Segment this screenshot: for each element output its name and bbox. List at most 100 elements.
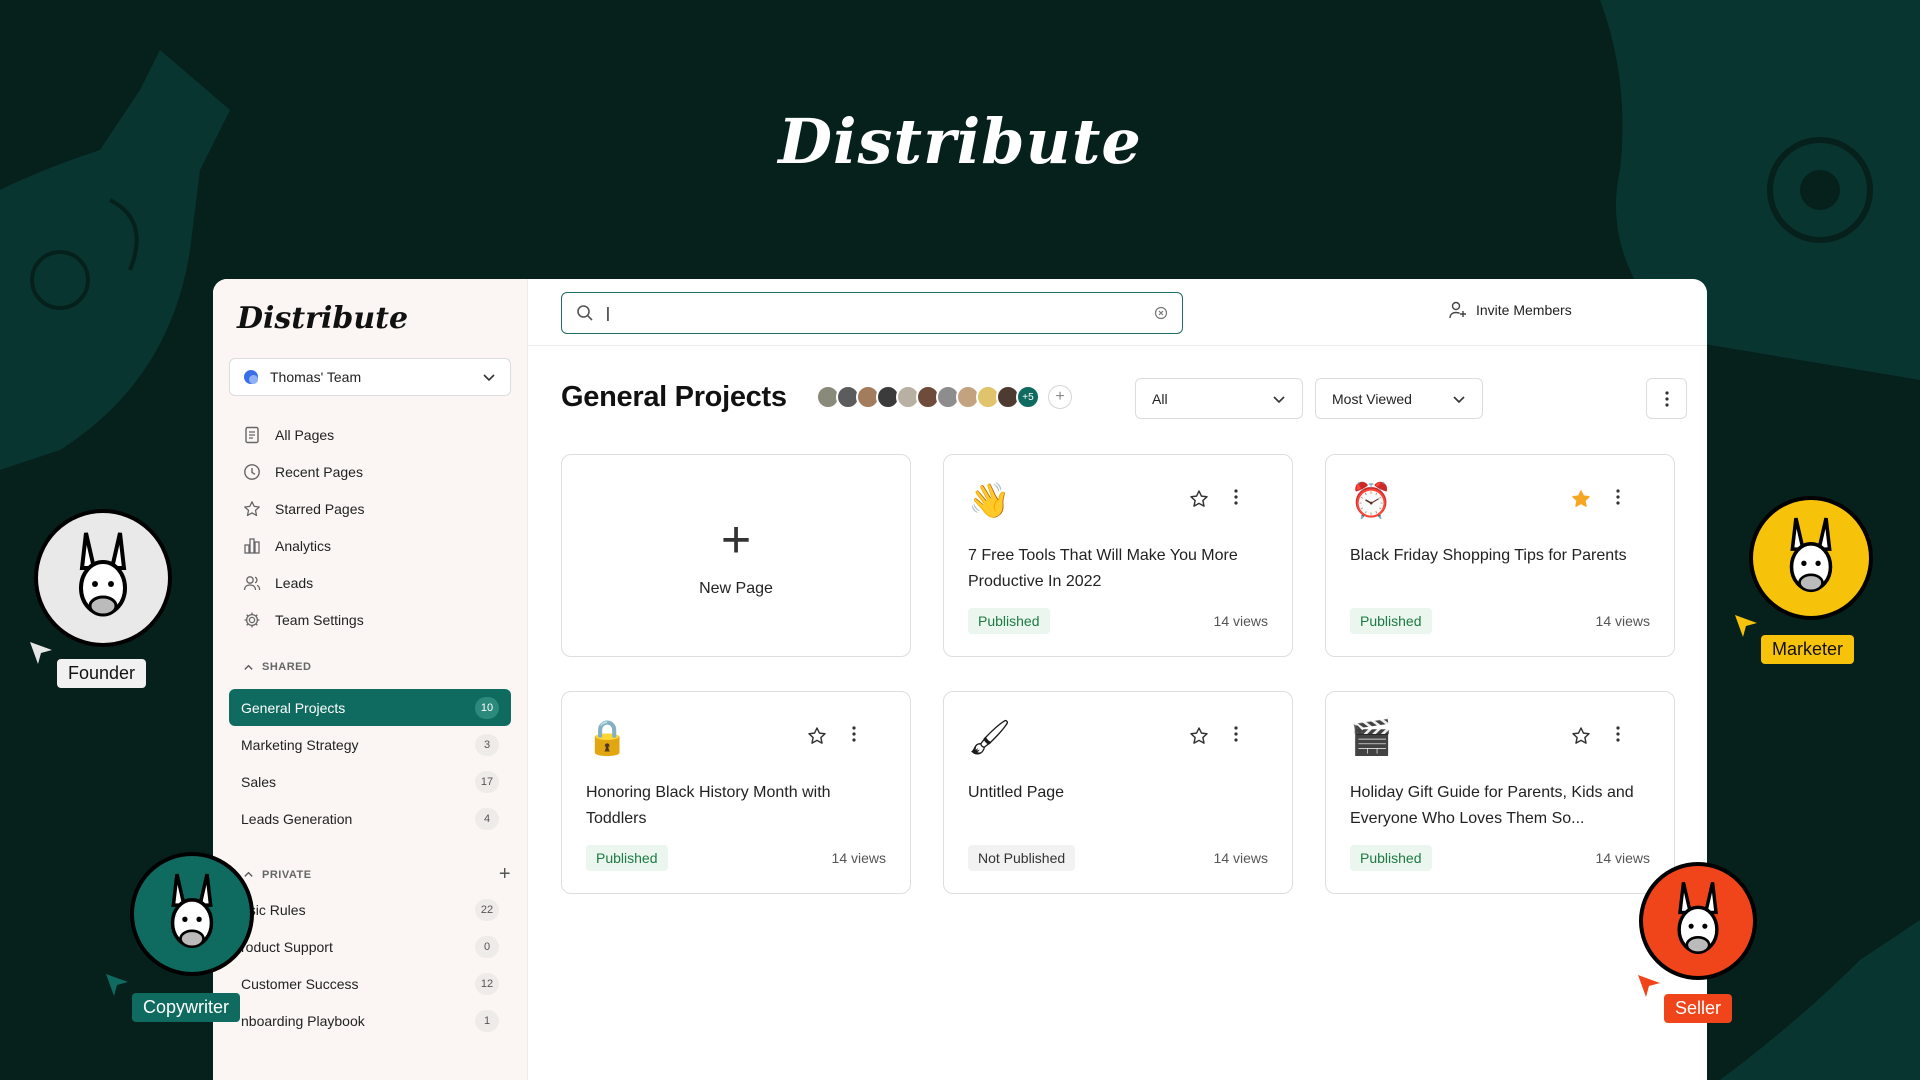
nav-label: Recent Pages [275, 463, 363, 480]
donkey-face-icon [1789, 517, 1833, 593]
plus-icon: + [720, 510, 752, 569]
page-card[interactable]: 🎬 Holiday Gift Guide for Parents, Kids a… [1325, 691, 1675, 894]
star-filled-icon[interactable] [1571, 489, 1591, 509]
kebab-menu-icon[interactable] [852, 726, 856, 742]
donkey-mascot-icon [1749, 496, 1873, 620]
kebab-menu-icon[interactable] [1234, 726, 1238, 742]
add-member-button[interactable]: + [1048, 385, 1072, 409]
team-selector[interactable]: Thomas' Team [229, 358, 511, 396]
star-icon[interactable] [1571, 726, 1591, 746]
more-options-button[interactable] [1646, 378, 1687, 419]
nav-label: Starred Pages [275, 500, 365, 517]
folder-label: General Projects [241, 699, 346, 716]
nav-team-settings[interactable]: Team Settings [229, 601, 511, 638]
main-content: Invite Members General Projects +5 + All… [528, 279, 1707, 1080]
persona-copywriter [130, 852, 254, 976]
page-card[interactable]: 🔒 Honoring Black History Month with Todd… [561, 691, 911, 894]
clear-search-icon[interactable] [1154, 306, 1168, 320]
status-badge: Published [1350, 845, 1432, 871]
sort-dropdown[interactable]: Most Viewed [1315, 378, 1483, 419]
page-title: General Projects [561, 381, 787, 413]
kebab-menu-icon[interactable] [1616, 726, 1620, 742]
folder-count: 3 [475, 733, 499, 756]
search-icon [577, 305, 593, 321]
team-name: Thomas' Team [270, 369, 362, 385]
invite-members-button[interactable]: Invite Members [1448, 300, 1572, 320]
chevron-up-icon [244, 664, 253, 670]
document-icon [245, 426, 259, 443]
lock-icon: 🔒 [586, 719, 629, 757]
folder-onboarding-playbook[interactable]: nboarding Playbook 1 [229, 1002, 511, 1039]
view-count: 14 views [1213, 613, 1268, 629]
nav-label: Leads [275, 574, 314, 591]
view-count: 14 views [1595, 613, 1650, 629]
cursor-pointer-icon [106, 974, 128, 996]
page-card[interactable]: 🖌 Untitled Page Not Published 14 views [943, 691, 1293, 894]
cursor-pointer-icon [1735, 615, 1757, 637]
folder-customer-success[interactable]: Customer Success 12 [229, 965, 511, 1002]
folder-marketing-strategy[interactable]: Marketing Strategy 3 [229, 726, 511, 763]
nav-recent-pages[interactable]: Recent Pages [229, 453, 511, 490]
persona-label: Seller [1664, 994, 1733, 1023]
clock-icon [244, 463, 260, 480]
folder-leads-generation[interactable]: Leads Generation 4 [229, 800, 511, 837]
chevron-down-icon [1453, 395, 1465, 403]
member-avatars[interactable]: +5 + [816, 385, 1072, 409]
shared-section-header[interactable]: SHARED [243, 661, 511, 673]
persona-label: Copywriter [132, 993, 241, 1022]
more-members-badge: +5 [1016, 385, 1040, 409]
persona-label: Founder [57, 659, 147, 688]
folder-label: nboarding Playbook [241, 1012, 365, 1029]
new-page-label: New Page [699, 579, 773, 597]
add-folder-button[interactable]: + [499, 863, 511, 886]
folder-label: Sales [241, 773, 277, 790]
folder-label: Marketing Strategy [241, 736, 359, 753]
team-icon [244, 370, 258, 384]
users-icon [243, 575, 261, 590]
donkey-mascot-icon [130, 852, 254, 976]
status-filter-dropdown[interactable]: All [1135, 378, 1303, 419]
kebab-menu-icon[interactable] [1234, 489, 1238, 505]
donkey-mascot-icon [1639, 862, 1757, 980]
paintbrush-icon: 🖌 [968, 719, 1012, 757]
hero-title: Distribute [778, 105, 1142, 178]
page-card[interactable]: ⏰ Black Friday Shopping Tips for Parents… [1325, 454, 1675, 657]
nav-label: All Pages [275, 426, 335, 443]
private-section-header[interactable]: PRIVATE + [243, 863, 511, 886]
kebab-menu-icon[interactable] [1616, 489, 1620, 505]
donkey-face-icon [79, 532, 127, 617]
folder-count: 4 [475, 807, 499, 830]
folder-count: 12 [475, 972, 499, 995]
folder-sales[interactable]: Sales 17 [229, 763, 511, 800]
folder-count: 1 [475, 1009, 499, 1032]
folder-basic-rules[interactable]: asic Rules 22 [229, 891, 511, 928]
folder-label: roduct Support [241, 938, 333, 955]
new-page-card[interactable]: + New Page [561, 454, 911, 657]
folder-product-support[interactable]: roduct Support 0 [229, 928, 511, 965]
private-list: asic Rules 22 roduct Support 0 Customer … [229, 891, 511, 1039]
nav-starred-pages[interactable]: Starred Pages [229, 490, 511, 527]
persona-founder [34, 509, 172, 647]
star-icon[interactable] [1189, 726, 1209, 746]
nav-analytics[interactable]: Analytics [229, 527, 511, 564]
status-filter-value: All [1152, 390, 1168, 407]
page-card[interactable]: 👋 7 Free Tools That Will Make You More P… [943, 454, 1293, 657]
view-count: 14 views [831, 850, 886, 866]
folder-general-projects[interactable]: General Projects 10 [229, 689, 511, 726]
cursor-pointer-icon [1638, 975, 1660, 997]
nav-all-pages[interactable]: All Pages [229, 416, 511, 453]
section-title: SHARED [262, 661, 312, 673]
search-box[interactable] [561, 292, 1183, 334]
page-card-title: Untitled Page [968, 784, 1065, 801]
chevron-down-icon [1273, 395, 1285, 403]
search-input[interactable] [606, 304, 1154, 322]
star-icon[interactable] [1189, 489, 1209, 509]
app-logo[interactable]: Distribute [237, 301, 408, 336]
nav-label: Team Settings [275, 611, 364, 628]
star-icon[interactable] [807, 726, 827, 746]
folder-count: 22 [475, 898, 499, 921]
folder-count: 17 [475, 770, 499, 793]
nav-leads[interactable]: Leads [229, 564, 511, 601]
status-badge: Published [968, 608, 1050, 634]
persona-founder-tag: Founder [57, 659, 147, 688]
